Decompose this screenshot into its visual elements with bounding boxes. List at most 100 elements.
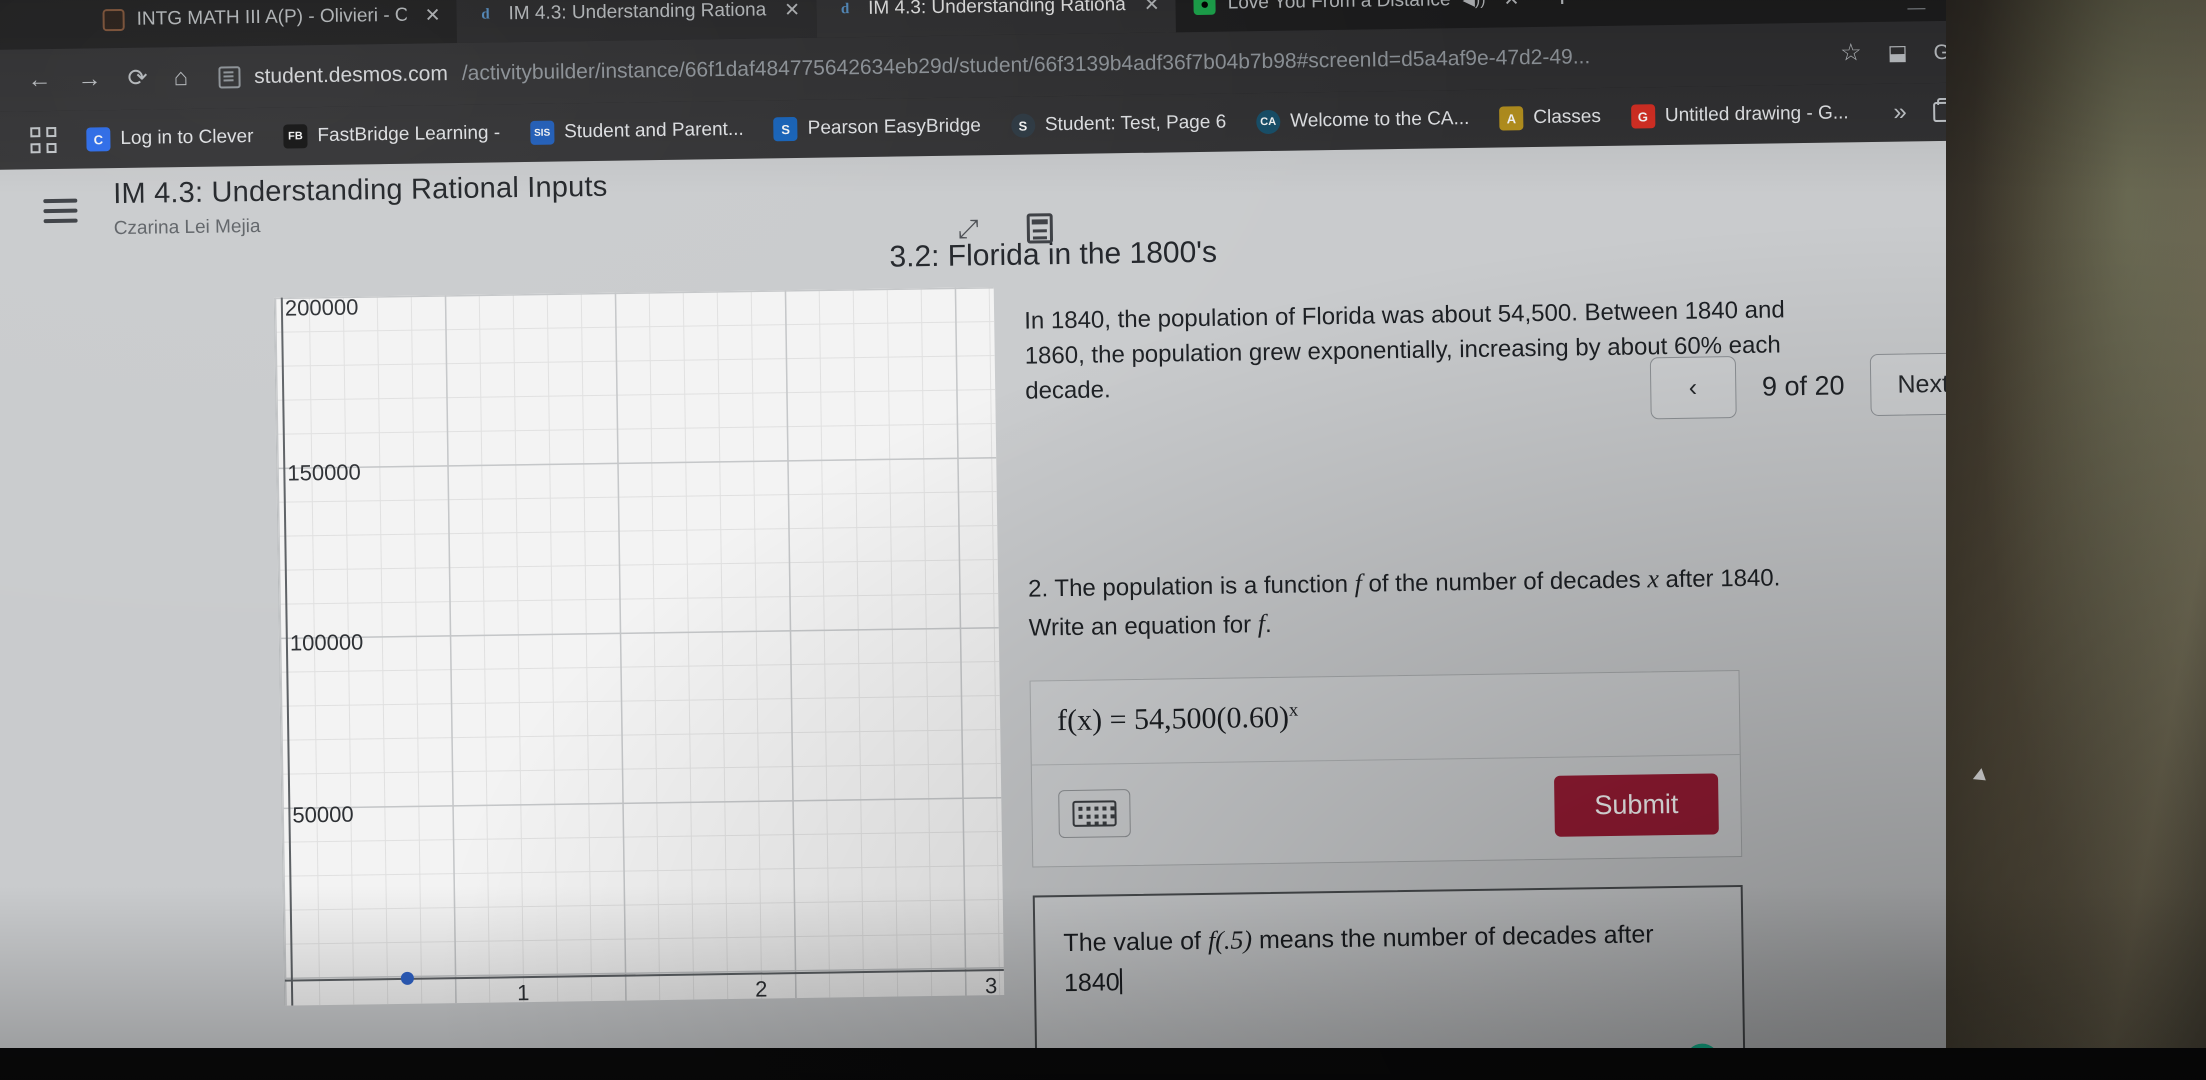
student-test-icon: S <box>1010 113 1036 138</box>
x-tick-label: 2 <box>754 976 768 1002</box>
clever-icon: C <box>86 127 111 152</box>
expand-arrows-icon[interactable]: ⤢ <box>958 213 979 245</box>
tab-title: Love You From a Distance <box>1227 0 1451 14</box>
y-tick-label: 150000 <box>287 459 361 486</box>
y-tick-label: 50000 <box>292 801 354 828</box>
laptop-screen: ⌄ INTG MATH III A(P) - Olivieri - C ✕ d … <box>0 0 2131 1080</box>
answer2-text-c: 1840 <box>1063 967 1120 997</box>
question-period: . <box>1264 611 1272 639</box>
url-path: /activitybuilder/instance/66f1daf4847756… <box>461 45 1591 85</box>
ca-icon: CA <box>1256 109 1281 135</box>
function-symbol-f: f <box>1354 569 1363 599</box>
browser-tab-3-active[interactable]: d IM 4.3: Understanding Rationa ✕ <box>815 0 1177 38</box>
apps-grid-icon[interactable] <box>30 126 57 154</box>
bookmark-student-and-parent[interactable]: SIS Student and Parent... <box>529 118 744 145</box>
tab-title: IM 4.3: Understanding Rationa <box>867 0 1126 19</box>
next-label: Next <box>1897 369 1950 399</box>
browser-tab-1[interactable]: INTG MATH III A(P) - Olivieri - C ✕ <box>84 0 457 49</box>
room-background-right <box>1946 0 2206 1080</box>
activity-title-block: IM 4.3: Understanding Rational Inputs Cz… <box>113 171 608 240</box>
bookmark-clever[interactable]: C Log in to Clever <box>86 125 254 152</box>
question-text-a: The population is a function <box>1054 571 1349 603</box>
question-2: 2. The population is a function f of the… <box>1028 558 1799 647</box>
bookmark-label: Pearson EasyBridge <box>807 115 982 139</box>
math-answer-input[interactable]: f(x) = 54,500(0.60)x <box>1030 671 1740 766</box>
page-title: IM 4.3: Understanding Rational Inputs <box>112 170 608 211</box>
student-name: Czarina Lei Mejia <box>113 215 261 240</box>
text-caret <box>1119 967 1122 994</box>
y-tick-label: 100000 <box>289 629 364 656</box>
fastbridge-icon: FB <box>283 124 308 149</box>
url-host: student.desmos.com <box>253 62 449 89</box>
bookmark-label: FastBridge Learning - <box>317 122 501 147</box>
variable-symbol-x: x <box>1647 564 1660 594</box>
bookmark-label: Student: Test, Page 6 <box>1044 111 1227 136</box>
bookmark-star-icon[interactable]: ☆ <box>1840 39 1862 66</box>
bookmark-label: Classes <box>1533 106 1602 129</box>
bookmark-fastbridge[interactable]: FB FastBridge Learning - <box>283 121 501 149</box>
header-center-tools: ⤢ <box>958 212 1053 245</box>
back-icon[interactable]: ← <box>27 66 51 93</box>
bookmark-label: Student and Parent... <box>563 118 744 143</box>
answer2-text-b: means the number of decades after <box>1258 920 1654 955</box>
bookmark-pearson-easybridge[interactable]: S Pearson EasyBridge <box>773 114 982 142</box>
extension-icon-1[interactable]: ⬓ <box>1888 41 1908 64</box>
address-bar[interactable]: student.desmos.com/activitybuilder/insta… <box>217 42 1814 90</box>
math-answer-value: f(x) = 54,500(0.60) <box>1056 701 1290 738</box>
submit-button[interactable]: Submit <box>1553 773 1719 838</box>
tab-title: IM 4.3: Understanding Rationa <box>508 0 767 25</box>
close-icon[interactable]: ✕ <box>1144 0 1160 16</box>
screen-photo: ⌄ INTG MATH III A(P) - Olivieri - C ✕ d … <box>0 0 2206 1080</box>
minimize-button[interactable]: — <box>1907 0 1925 18</box>
keyboard-button[interactable] <box>1058 788 1131 839</box>
desmos-icon: d <box>840 0 850 17</box>
question-text-b: of the number of decades <box>1368 566 1641 598</box>
desmos-icon: d <box>481 6 490 23</box>
calculator-icon[interactable] <box>1026 213 1053 244</box>
google-drawing-icon: G <box>1630 104 1656 129</box>
hamburger-icon[interactable] <box>43 179 78 229</box>
graph-major-grid <box>274 287 1005 1006</box>
bookmark-label: Untitled drawing - G... <box>1664 102 1849 127</box>
browser-tab-2[interactable]: d IM 4.3: Understanding Rationa ✕ <box>456 0 817 43</box>
x-tick-label: 3 <box>984 973 998 999</box>
previous-slide-button[interactable]: ‹ <box>1649 356 1737 420</box>
close-icon[interactable]: ✕ <box>784 0 800 22</box>
close-icon[interactable]: ✕ <box>1503 0 1519 11</box>
text-answer-input[interactable]: The value of f(.5) means the number of d… <box>1063 914 1714 1003</box>
y-tick-label: 200000 <box>284 294 359 321</box>
bookmark-welcome-ca[interactable]: CA Welcome to the CA... <box>1256 107 1470 135</box>
bookmark-student-test-page6[interactable]: S Student: Test, Page 6 <box>1010 111 1227 138</box>
home-icon[interactable]: ⌂ <box>173 64 188 91</box>
tab-search-chevron-icon[interactable]: ⌄ <box>36 0 51 4</box>
math-answer-exponent: x <box>1288 699 1299 722</box>
ring-icon <box>102 8 125 32</box>
pearson-icon: S <box>773 116 798 142</box>
bookmark-label: Welcome to the CA... <box>1290 107 1470 132</box>
classes-icon: A <box>1499 106 1524 131</box>
new-tab-button[interactable]: + <box>1535 0 1589 27</box>
answer-card-1: f(x) = 54,500(0.60)x Submit <box>1029 670 1743 868</box>
answer2-math: f(.5) <box>1207 925 1253 956</box>
answer-actions: Submit <box>1032 755 1741 866</box>
close-icon[interactable]: ✕ <box>424 4 440 27</box>
spotify-icon: ● <box>1193 0 1216 16</box>
reload-icon[interactable]: ⟳ <box>127 65 148 92</box>
tab-title: INTG MATH III A(P) - Olivieri - C <box>136 4 407 30</box>
question-number: 2. <box>1027 575 1049 603</box>
graph-data-point[interactable] <box>400 971 414 985</box>
desmos-graph[interactable]: 200000 150000 100000 50000 1 2 3 <box>273 287 1005 1006</box>
answer2-text-a: The value of <box>1063 927 1202 958</box>
bookmark-label: Log in to Clever <box>120 126 254 149</box>
keyboard-icon <box>1072 800 1117 827</box>
room-background-bottom <box>0 1048 2206 1080</box>
desmos-activity-page: IM 4.3: Understanding Rational Inputs Cz… <box>0 138 2131 1080</box>
bookmarks-overflow-icon[interactable]: » <box>1893 98 1907 126</box>
forward-icon[interactable]: → <box>77 65 101 92</box>
audio-playing-icon[interactable]: ◀)) <box>1462 0 1485 10</box>
slide-counter: 9 of 20 <box>1761 369 1845 402</box>
page-info-icon[interactable] <box>217 66 241 89</box>
bookmark-untitled-drawing[interactable]: G Untitled drawing - G... <box>1630 101 1849 129</box>
sis-icon: SIS <box>529 120 555 145</box>
bookmark-classes[interactable]: A Classes <box>1499 105 1601 131</box>
